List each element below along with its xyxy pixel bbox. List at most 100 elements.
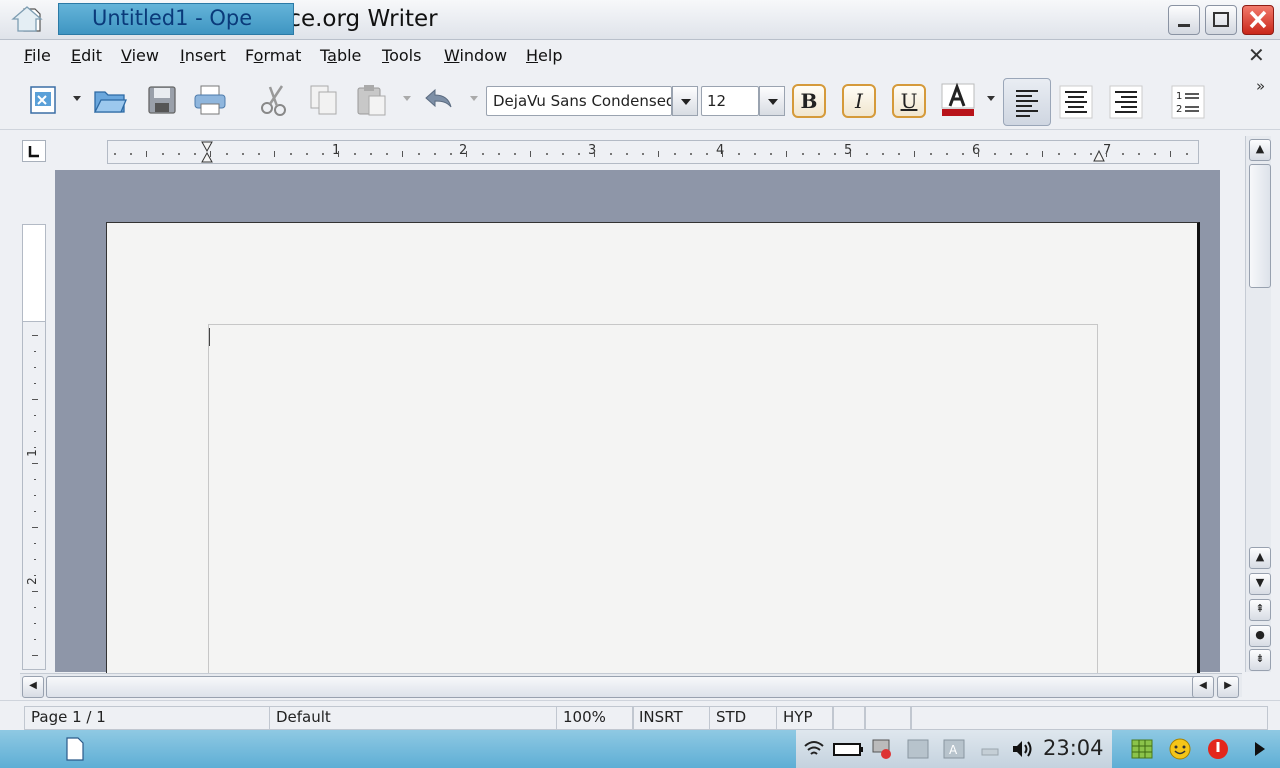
document-icon [66,737,84,761]
menu-edit[interactable]: Edit [71,45,102,67]
volume-icon[interactable] [1010,738,1034,760]
new-document-icon[interactable] [26,82,62,118]
minimize-button[interactable] [1168,5,1200,35]
horizontal-scrollbar[interactable]: ◀ ◀ ▶ [20,673,1242,698]
right-indent-marker[interactable] [1092,149,1106,165]
hyphenation-indicator[interactable]: HYP [776,706,834,730]
toolbar-overflow-button[interactable]: » [1256,78,1265,94]
font-size-dropdown[interactable] [759,86,785,116]
ruler-tick [882,153,884,155]
chevron-down-icon [681,99,691,105]
smiley-icon[interactable] [1168,738,1192,760]
previous-page-button[interactable]: ⇞ [1249,599,1271,621]
scroll-right-button[interactable]: ▶ [1217,676,1239,698]
scroll-left-end-button[interactable]: ◀ [1192,676,1214,698]
font-name-input[interactable]: DejaVu Sans Condensed [486,86,672,116]
ruler-tick [34,511,36,512]
open-folder-icon[interactable] [92,82,128,118]
align-left-button[interactable] [1003,78,1051,126]
close-window-button[interactable] [1242,5,1274,35]
ruler-tick [530,151,531,157]
horizontal-ruler[interactable]: 1 2 3 4 5 6 7 [107,140,1199,164]
new-dropdown-arrow[interactable] [73,96,81,101]
ruler-tick [450,153,452,155]
paste-icon[interactable] [354,82,390,118]
ruler-number: 1 [24,449,39,457]
document-modified-indicator[interactable] [832,706,866,730]
ruler-tick [978,151,979,157]
wifi-icon[interactable] [802,738,826,760]
battery-icon[interactable] [832,738,866,760]
menu-tools[interactable]: Tools [382,45,421,67]
ruler-tick [34,479,36,480]
maximize-icon [1213,12,1229,27]
left-indent-marker[interactable] [200,141,214,165]
clock[interactable]: 23:04 [1043,733,1104,763]
font-color-icon[interactable] [940,82,976,118]
bold-button[interactable]: B [792,84,826,118]
numbered-list-icon[interactable]: 1 2 [1170,84,1206,120]
storage-icon[interactable] [978,738,1002,760]
vertical-ruler-margin [22,224,46,322]
ruler-tick [642,153,644,155]
update-icon[interactable] [906,738,930,760]
vertical-scroll-thumb[interactable] [1249,164,1271,288]
spreadsheet-icon[interactable] [1130,738,1154,760]
menu-bar: File Edit View Insert Format Table Tools… [0,41,1280,71]
close-document-button[interactable]: ✕ [1248,44,1265,66]
vertical-scrollbar[interactable]: ▲ ▲ ▼ ⇞ ● ⇟ [1245,136,1271,672]
italic-button[interactable]: I [842,84,876,118]
page-style-indicator[interactable]: Default [269,706,557,730]
navigator-button[interactable]: ● [1249,625,1271,647]
menu-view[interactable]: View [121,45,159,67]
font-size-input[interactable]: 12 [701,86,759,116]
menu-insert[interactable]: Insert [180,45,226,67]
menu-format[interactable]: Format [245,45,301,67]
align-center-icon[interactable] [1058,84,1094,120]
insert-mode-indicator[interactable]: INSRT [632,706,710,730]
text-area-boundary[interactable] [208,324,1098,684]
ruler-tick [32,463,38,464]
ruler-tick [994,153,996,155]
power-icon[interactable] [1206,738,1230,760]
undo-dropdown-arrow[interactable] [470,96,478,101]
copy-icon[interactable] [306,82,342,118]
tab-stop-selector[interactable] [22,140,46,162]
home-icon[interactable] [8,4,46,34]
underline-button[interactable]: U [892,84,926,118]
selection-mode-indicator[interactable]: STD [709,706,777,730]
network-disconnected-icon[interactable] [870,738,894,760]
menu-table[interactable]: Table [320,45,361,67]
ruler-tick [1058,153,1060,155]
undo-icon[interactable] [420,82,456,118]
maximize-button[interactable] [1205,5,1237,35]
save-icon[interactable] [144,82,180,118]
page-indicator[interactable]: Page 1 / 1 [24,706,270,730]
ruler-tick [114,153,116,155]
ruler-tick [1074,153,1076,155]
font-color-dropdown-arrow[interactable] [987,96,995,101]
menu-window[interactable]: Window [444,45,507,67]
scroll-down-button[interactable]: ▼ [1249,573,1271,595]
print-icon[interactable] [192,82,228,118]
scroll-up-button[interactable]: ▲ [1249,139,1271,161]
menu-file[interactable]: File [24,45,51,67]
zoom-indicator[interactable]: 100% [556,706,634,730]
arrow-right-icon[interactable] [1248,738,1272,760]
scroll-left-button[interactable]: ◀ [22,676,44,698]
ruler-tick [194,153,196,155]
scroll-up-small-button[interactable]: ▲ [1249,547,1271,569]
font-name-dropdown[interactable] [672,86,698,116]
next-page-button[interactable]: ⇟ [1249,649,1271,671]
align-right-icon[interactable] [1108,84,1144,120]
cut-icon[interactable] [256,82,292,118]
horizontal-scroll-thumb[interactable] [46,676,1210,698]
keyboard-layout-icon[interactable]: A [942,738,966,760]
ruler-tick [1138,153,1140,155]
digital-signature-indicator[interactable] [864,706,912,730]
ruler-tick [562,153,564,155]
menu-help[interactable]: Help [526,45,562,67]
ruler-number: 3 [588,143,597,158]
ruler-tick [546,153,548,155]
paste-dropdown-arrow[interactable] [403,96,411,101]
